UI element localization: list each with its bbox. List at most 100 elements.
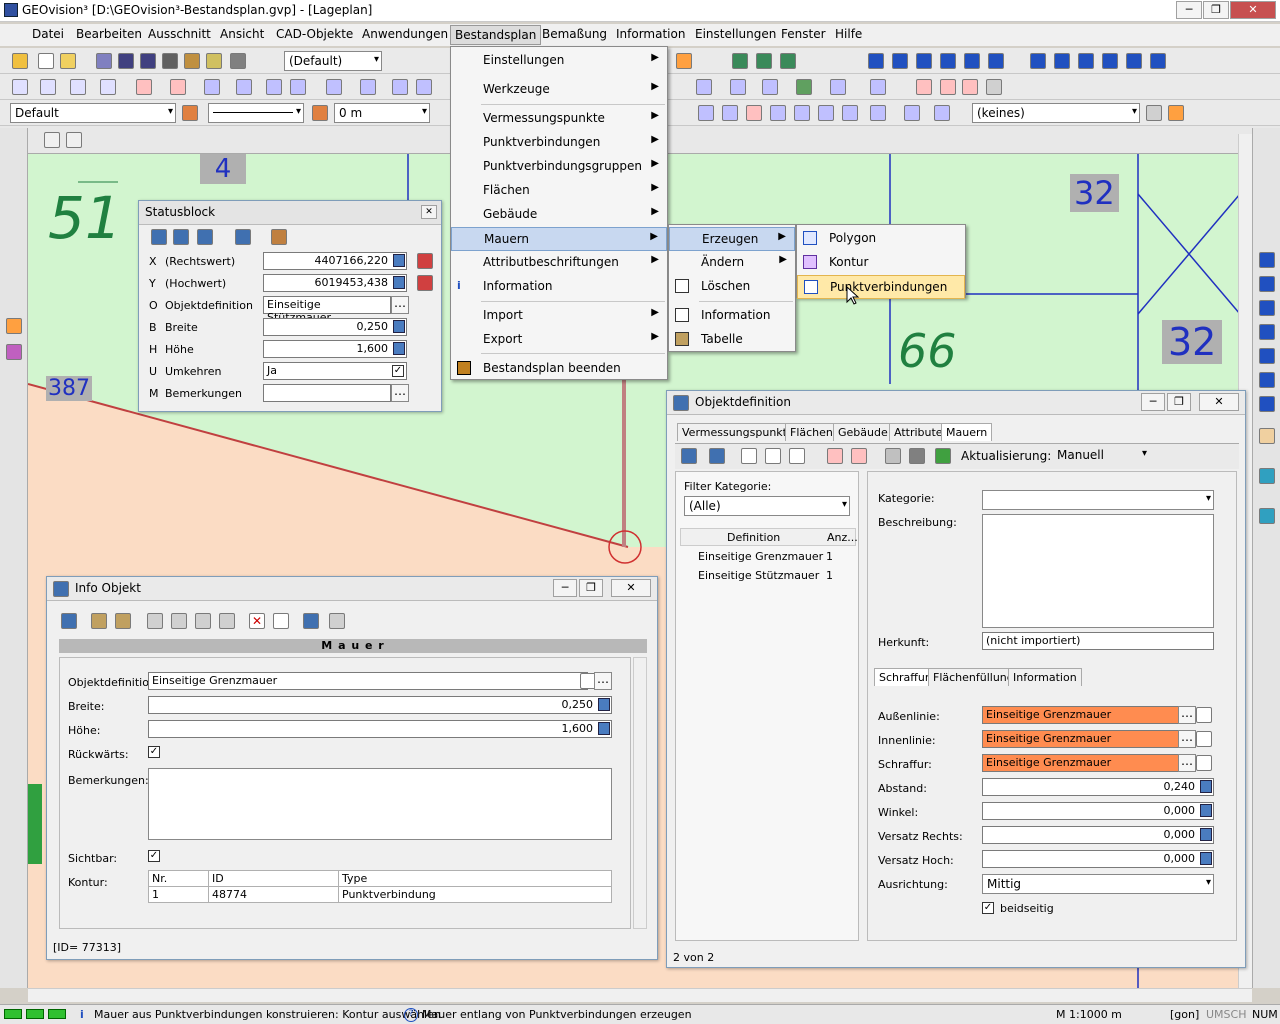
info-prev-icon[interactable] [171, 613, 187, 629]
innenlinie-browse-button[interactable]: … [1178, 730, 1196, 748]
info-objektdefinition-field[interactable]: Einseitige Grenzmauer [148, 672, 588, 690]
info-objektdefinition-browse-button[interactable]: … [594, 672, 612, 690]
aussenlinie-field[interactable]: Einseitige Grenzmauer [982, 706, 1180, 724]
attr-5-tool-icon[interactable] [794, 105, 810, 121]
menu-einstellungen[interactable]: Einstellungen [691, 27, 780, 41]
beidseitig-checkbox[interactable]: ✓ [982, 902, 994, 914]
menu-item-tabelle[interactable]: Tabelle [669, 328, 795, 352]
objdef-maximize-button[interactable]: ❐ [1167, 393, 1191, 411]
info-7-icon[interactable] [1030, 53, 1046, 69]
offset-input[interactable]: 0 m [334, 103, 430, 123]
menu-bestandsplan[interactable]: Bestandsplan [450, 25, 542, 45]
save-as-icon[interactable] [140, 53, 156, 69]
copy-icon[interactable] [162, 53, 178, 69]
star-tool-icon[interactable] [870, 79, 886, 95]
save-icon[interactable] [118, 53, 134, 69]
hatch-tool-icon[interactable] [290, 79, 306, 95]
refresh-icon[interactable] [1259, 508, 1275, 524]
menu-bearbeiten[interactable]: Bearbeiten [72, 27, 146, 41]
innenlinie-style-icon[interactable] [1196, 731, 1212, 747]
menu-item-bestandsplan-beenden[interactable]: Bestandsplan beenden [451, 357, 667, 381]
objdef-close-button[interactable]: ✕ [1199, 393, 1239, 411]
objdef-edit-2-icon[interactable] [789, 448, 805, 464]
info-icon[interactable] [868, 53, 884, 69]
aussenlinie-style-icon[interactable] [1196, 707, 1212, 723]
arc-tool-icon[interactable] [70, 79, 86, 95]
attr-6-tool-icon[interactable] [818, 105, 834, 121]
horizontal-scrollbar[interactable] [28, 988, 1252, 1002]
sb-x-field[interactable]: 4407166,220 [263, 252, 407, 270]
menu-item-information[interactable]: i Information [451, 275, 667, 299]
redraw-icon[interactable] [1259, 468, 1275, 484]
calculator-icon[interactable] [393, 320, 405, 333]
info-minimize-button[interactable]: ─ [553, 579, 577, 597]
info-6-icon[interactable] [988, 53, 1004, 69]
zoom-window-icon[interactable] [1259, 300, 1275, 316]
menu-item-vermessungspunkte[interactable]: Vermessungspunkte ▶ [451, 107, 667, 131]
menu-fenster[interactable]: Fenster [777, 27, 830, 41]
objdef-refresh-icon[interactable] [935, 448, 951, 464]
info-10-icon[interactable] [1102, 53, 1118, 69]
print-preview-icon[interactable] [96, 53, 112, 69]
node-3-tool-icon[interactable] [762, 79, 778, 95]
info-4-icon[interactable] [940, 53, 956, 69]
info-scrollbar[interactable] [633, 657, 647, 929]
info-12-icon[interactable] [1150, 53, 1166, 69]
layer-settings-icon[interactable] [182, 105, 198, 121]
sb-hoehe-field[interactable]: 1,600 [263, 340, 407, 358]
info-3-icon[interactable] [916, 53, 932, 69]
attr-2-tool-icon[interactable] [722, 105, 738, 121]
linetype-dropdown[interactable] [208, 103, 304, 123]
objdef-minimize-button[interactable]: ─ [1141, 393, 1165, 411]
tab-mauern[interactable]: Mauern [941, 423, 993, 441]
info-paste-icon[interactable] [115, 613, 131, 629]
info-close-button[interactable]: ✕ [611, 579, 651, 597]
sb-umkehren-checkbox[interactable]: ✓ [392, 365, 404, 377]
sb-bemerkungen-browse-button[interactable]: … [391, 384, 409, 402]
paste-icon[interactable] [184, 53, 200, 69]
versatz-rechts-field[interactable]: 0,000 [982, 826, 1214, 844]
tab-flaechen[interactable]: Flächen [785, 423, 838, 441]
text-tool-icon[interactable] [416, 79, 432, 95]
info-sichtbar-checkbox[interactable]: ✓ [148, 850, 160, 862]
move-tool-icon[interactable] [830, 79, 846, 95]
snap-tool-icon[interactable] [6, 344, 22, 360]
close-button[interactable]: ✕ [1230, 1, 1276, 19]
menu-item-werkzeuge[interactable]: Werkzeuge ▶ [451, 78, 667, 102]
disabled-2-tool-icon[interactable] [1146, 105, 1162, 121]
rect-tool-icon[interactable] [170, 79, 186, 95]
info-last-icon[interactable] [219, 613, 235, 629]
measure-tool-icon[interactable] [392, 79, 408, 95]
calculator-icon[interactable] [1200, 828, 1212, 841]
info-5-icon[interactable] [964, 53, 980, 69]
menu-ausschnitt[interactable]: Ausschnitt [144, 27, 215, 41]
statusblock-close-button[interactable]: ✕ [421, 205, 437, 219]
subtab-schraffur[interactable]: Schraffur [874, 668, 935, 686]
paperclip-icon[interactable] [329, 613, 345, 629]
delete-3-tool-icon[interactable] [962, 79, 978, 95]
info-11-icon[interactable] [1126, 53, 1142, 69]
schraffur-field[interactable]: Einseitige Grenzmauer [982, 754, 1180, 772]
tab-gebaeude[interactable]: Gebäude [833, 423, 893, 441]
objdef-print-preview-icon[interactable] [885, 448, 901, 464]
style-dropdown[interactable]: (Default) [284, 51, 382, 71]
menu-item-mauern-information[interactable]: Information [669, 304, 795, 328]
line-tool-icon[interactable] [12, 79, 28, 95]
menu-item-gebaeude[interactable]: Gebäude ▶ [451, 203, 667, 227]
edit-mode-icon[interactable] [1168, 105, 1184, 121]
select-tool-icon[interactable] [6, 318, 22, 334]
open-folder-icon[interactable] [60, 53, 76, 69]
triangle-tool-icon[interactable] [136, 79, 152, 95]
menu-item-loeschen[interactable]: Löschen [669, 275, 795, 299]
snap-point-icon[interactable] [780, 53, 796, 69]
info-8-icon[interactable] [1054, 53, 1070, 69]
sb-y-pick-icon[interactable] [417, 275, 433, 291]
info-hoehe-field[interactable]: 1,600 [148, 720, 612, 738]
keines-dropdown[interactable]: (keines) [972, 103, 1140, 123]
info-next-icon[interactable] [195, 613, 211, 629]
sb-y-field[interactable]: 6019453,438 [263, 274, 407, 292]
fill-tool-icon[interactable] [326, 79, 342, 95]
spline-tool-icon[interactable] [266, 79, 282, 95]
menu-item-einstellungen[interactable]: Einstellungen ▶ [451, 49, 667, 73]
list-item[interactable]: Einseitige Stützmauer 1 [680, 567, 856, 585]
